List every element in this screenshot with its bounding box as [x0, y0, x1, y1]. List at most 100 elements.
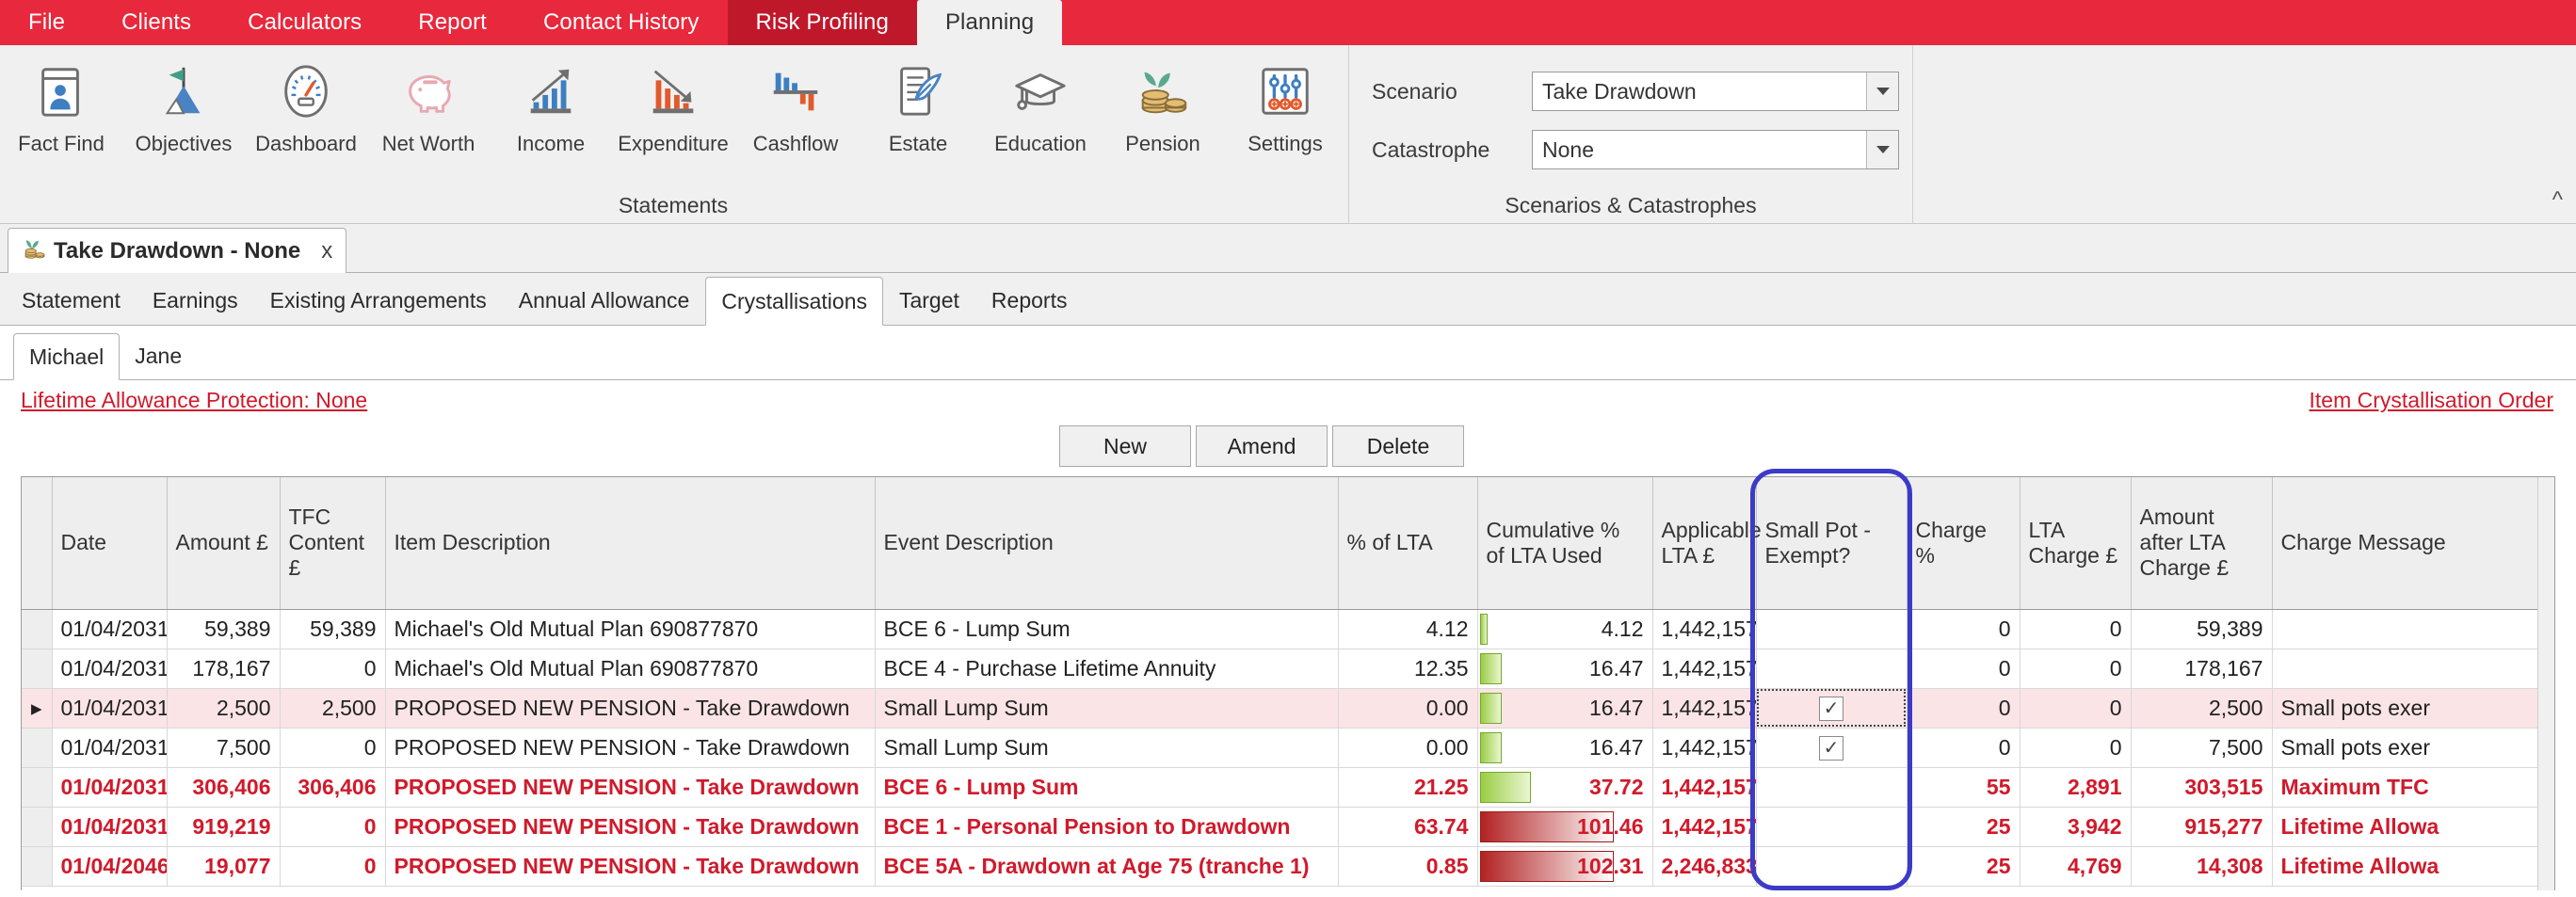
- cell-charge-pct[interactable]: 0: [1907, 609, 2021, 649]
- cell-tfc-content[interactable]: 59,389: [280, 609, 386, 649]
- col-header-tfc-content[interactable]: TFC Content £: [280, 477, 386, 610]
- cell-charge-message[interactable]: Small pots exer: [2272, 688, 2554, 729]
- lifetime-allowance-protection-link[interactable]: Lifetime Allowance Protection: None: [21, 388, 367, 413]
- cell-amount[interactable]: 306,406: [167, 767, 281, 808]
- cell-tfc-content[interactable]: 0: [280, 846, 386, 887]
- cell-pct-of-lta[interactable]: 0.00: [1338, 688, 1478, 729]
- cell-amount[interactable]: 178,167: [167, 649, 281, 689]
- menu-item-report[interactable]: Report: [390, 0, 515, 45]
- delete-button[interactable]: Delete: [1332, 425, 1464, 467]
- cell-date[interactable]: 01/04/2031: [52, 767, 168, 808]
- cell-charge-message[interactable]: Maximum TFC: [2272, 767, 2554, 808]
- cell-date[interactable]: 01/04/2031: [52, 609, 168, 649]
- item-crystallisation-order-link[interactable]: Item Crystallisation Order: [2310, 388, 2553, 413]
- close-icon[interactable]: x: [321, 238, 332, 264]
- col-header-amount-after-lta-charge[interactable]: Amount after LTA Charge £: [2131, 477, 2273, 610]
- cell-amount-after-lta-charge[interactable]: 915,277: [2131, 807, 2273, 847]
- cell-date[interactable]: 01/04/2031: [52, 807, 168, 847]
- table-row[interactable]: 01/04/2046 19,077 0 PROPOSED NEW PENSION - …: [22, 846, 2554, 887]
- row-marker[interactable]: [22, 649, 53, 689]
- tab-earnings[interactable]: Earnings: [137, 276, 254, 325]
- cell-small-pot-exempt[interactable]: [1756, 767, 1908, 808]
- ribbon-button-cashflow[interactable]: Cashflow: [734, 56, 857, 156]
- cell-charge-message[interactable]: [2272, 609, 2554, 649]
- menu-item-planning[interactable]: Planning: [916, 0, 1063, 45]
- cell-lta-charge[interactable]: 0: [2020, 609, 2132, 649]
- cell-charge-pct[interactable]: 25: [1907, 846, 2021, 887]
- ribbon-button-estate[interactable]: Estate: [857, 56, 979, 156]
- table-row[interactable]: ▸ 01/04/2031 2,500 2,500 PROPOSED NEW PENSIO…: [22, 688, 2554, 729]
- cell-event-description[interactable]: BCE 6 - Lump Sum: [875, 609, 1339, 649]
- subtab-michael[interactable]: Michael: [13, 333, 121, 380]
- cell-item-description[interactable]: PROPOSED NEW PENSION - Take Drawdown: [385, 846, 876, 887]
- col-header-small-pot-exempt[interactable]: Small Pot - Exempt?: [1756, 477, 1908, 610]
- cell-date[interactable]: 01/04/2031: [52, 728, 168, 768]
- row-marker[interactable]: ▸: [22, 688, 53, 729]
- checkbox-checked-icon[interactable]: ✓: [1819, 736, 1843, 761]
- col-header-pct-of-lta[interactable]: % of LTA: [1338, 477, 1478, 610]
- menu-item-clients[interactable]: Clients: [93, 0, 219, 45]
- crystallisations-grid[interactable]: Date Amount £ TFC Content £ Item Descrip…: [21, 476, 2555, 890]
- cell-date[interactable]: 01/04/2031: [52, 649, 168, 689]
- cell-pct-of-lta[interactable]: 0.00: [1338, 728, 1478, 768]
- cell-amount-after-lta-charge[interactable]: 14,308: [2131, 846, 2273, 887]
- cell-cumulative-pct-of-lta-used[interactable]: 37.72: [1477, 767, 1653, 808]
- col-header-amount[interactable]: Amount £: [167, 477, 281, 610]
- cell-charge-message[interactable]: [2272, 649, 2554, 689]
- cell-pct-of-lta[interactable]: 12.35: [1338, 649, 1478, 689]
- cell-small-pot-exempt[interactable]: [1756, 609, 1908, 649]
- cell-small-pot-exempt[interactable]: ✓: [1756, 728, 1908, 768]
- cell-cumulative-pct-of-lta-used[interactable]: 16.47: [1477, 688, 1653, 729]
- tab-annual-allowance[interactable]: Annual Allowance: [503, 276, 706, 325]
- menu-item-calculators[interactable]: Calculators: [219, 0, 390, 45]
- cell-charge-pct[interactable]: 25: [1907, 807, 2021, 847]
- cell-amount-after-lta-charge[interactable]: 178,167: [2131, 649, 2273, 689]
- cell-applicable-lta[interactable]: 1,442,157: [1652, 649, 1757, 689]
- cell-tfc-content[interactable]: 0: [280, 649, 386, 689]
- cell-charge-pct[interactable]: 0: [1907, 728, 2021, 768]
- checkbox-checked-icon[interactable]: ✓: [1819, 697, 1843, 721]
- row-marker[interactable]: [22, 728, 53, 768]
- cell-amount-after-lta-charge[interactable]: 7,500: [2131, 728, 2273, 768]
- cell-amount[interactable]: 59,389: [167, 609, 281, 649]
- cell-cumulative-pct-of-lta-used[interactable]: 4.12: [1477, 609, 1653, 649]
- cell-tfc-content[interactable]: 0: [280, 728, 386, 768]
- row-marker[interactable]: [22, 609, 53, 649]
- cell-charge-pct[interactable]: 0: [1907, 688, 2021, 729]
- cell-charge-message[interactable]: Lifetime Allowa: [2272, 846, 2554, 887]
- ribbon-button-objectives[interactable]: Objectives: [122, 56, 245, 156]
- row-marker[interactable]: [22, 767, 53, 808]
- chevron-down-icon[interactable]: [1866, 72, 1898, 110]
- cell-cumulative-pct-of-lta-used[interactable]: 16.47: [1477, 649, 1653, 689]
- menu-item-contact-history[interactable]: Contact History: [515, 0, 728, 45]
- cell-applicable-lta[interactable]: 1,442,157: [1652, 728, 1757, 768]
- cell-pct-of-lta[interactable]: 4.12: [1338, 609, 1478, 649]
- cell-lta-charge[interactable]: 0: [2020, 649, 2132, 689]
- cell-tfc-content[interactable]: 0: [280, 807, 386, 847]
- cell-applicable-lta[interactable]: 1,442,157: [1652, 807, 1757, 847]
- cell-amount-after-lta-charge[interactable]: 303,515: [2131, 767, 2273, 808]
- document-tab-take-drawdown[interactable]: Take Drawdown - None x: [8, 228, 347, 273]
- menu-item-risk-profiling[interactable]: Risk Profiling: [727, 0, 917, 45]
- chevron-down-icon[interactable]: [1866, 131, 1898, 168]
- cell-item-description[interactable]: Michael's Old Mutual Plan 690877870: [385, 609, 876, 649]
- table-row[interactable]: 01/04/2031 178,167 0 Michael's Old Mutual P…: [22, 649, 2554, 689]
- cell-applicable-lta[interactable]: 1,442,157: [1652, 609, 1757, 649]
- scenario-dropdown[interactable]: Take Drawdown: [1532, 72, 1899, 111]
- catastrophe-dropdown[interactable]: None: [1532, 130, 1899, 169]
- menu-item-file[interactable]: File: [0, 0, 93, 45]
- cell-pct-of-lta[interactable]: 63.74: [1338, 807, 1478, 847]
- cell-amount[interactable]: 7,500: [167, 728, 281, 768]
- ribbon-button-net-worth[interactable]: Net Worth: [367, 56, 490, 156]
- cell-tfc-content[interactable]: 2,500: [280, 688, 386, 729]
- cell-item-description[interactable]: PROPOSED NEW PENSION - Take Drawdown: [385, 767, 876, 808]
- cell-event-description[interactable]: Small Lump Sum: [875, 728, 1339, 768]
- cell-pct-of-lta[interactable]: 21.25: [1338, 767, 1478, 808]
- cell-applicable-lta[interactable]: 2,246,833: [1652, 846, 1757, 887]
- cell-event-description[interactable]: BCE 6 - Lump Sum: [875, 767, 1339, 808]
- col-header-event-description[interactable]: Event Description: [875, 477, 1339, 610]
- cell-event-description[interactable]: BCE 1 - Personal Pension to Drawdown: [875, 807, 1339, 847]
- col-header-cumulative-pct[interactable]: Cumulative % of LTA Used: [1477, 477, 1653, 610]
- amend-button[interactable]: Amend: [1196, 425, 1328, 467]
- cell-small-pot-exempt[interactable]: [1756, 807, 1908, 847]
